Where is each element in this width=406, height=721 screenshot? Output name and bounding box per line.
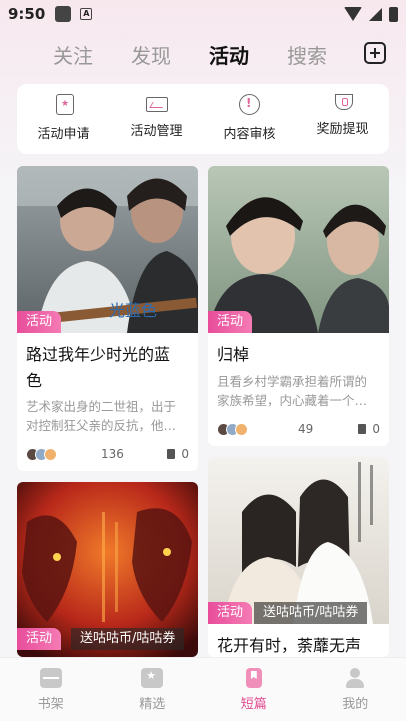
wifi-icon	[344, 7, 362, 21]
activity-apply-label: 活动申请	[37, 127, 90, 142]
coin-reward-tag: 送咕咕币/咕咕券	[71, 628, 185, 650]
cover-title-art: 光蓝色	[109, 301, 157, 320]
card-desc-line: 艺术家出身的二世祖，出于	[26, 399, 177, 414]
card-description: 且看乡村学霸承担着所谓的 家族希望，内心藏着一个…	[217, 372, 387, 410]
tab-activity[interactable]: 活动	[209, 40, 249, 69]
view-count: 136	[101, 447, 124, 461]
status-bar: 9:50 A	[0, 0, 406, 28]
reward-withdraw-button[interactable]: 奖励提现	[296, 84, 389, 154]
card-title: 花开有时，荼蘼无声	[217, 636, 362, 655]
activity-apply-button[interactable]: 活动申请	[17, 84, 110, 154]
reward-withdraw-label: 奖励提现	[316, 122, 369, 137]
activity-tag: 活动	[208, 602, 253, 624]
card-meta: 49 0	[217, 420, 380, 438]
activity-tag: 活动	[208, 311, 253, 333]
nav-profile-label: 我的	[342, 697, 369, 712]
content-review-button[interactable]: 内容审核	[203, 84, 296, 154]
view-count: 49	[298, 422, 314, 436]
card-desc-line: 家族希望，内心藏着一个…	[217, 393, 368, 408]
activity-tag: 活动	[17, 628, 62, 650]
content-review-icon	[239, 94, 260, 115]
story-card[interactable]: 活动 归棹 且看乡村学霸承担着所谓的 家族希望，内心藏着一个… 49 0	[208, 166, 389, 446]
card-cover-image	[208, 457, 389, 624]
activity-manage-label: 活动管理	[130, 124, 183, 139]
participant-avatars	[217, 422, 248, 436]
tab-follow[interactable]: 关注	[53, 40, 93, 69]
tab-discover[interactable]: 发现	[131, 40, 171, 69]
page-count: 0	[372, 422, 380, 436]
card-cover-image	[208, 166, 389, 333]
featured-icon	[141, 668, 164, 688]
participant-avatars	[26, 447, 57, 461]
document-icon	[358, 424, 367, 434]
page-count: 0	[181, 447, 189, 461]
top-tab-bar: 关注 发现 活动 搜索	[0, 36, 406, 72]
content-review-label: 内容审核	[223, 127, 276, 142]
signal-icon	[369, 7, 382, 21]
nav-featured[interactable]: 精选	[102, 658, 204, 721]
activity-tag: 活动	[17, 311, 62, 333]
nav-short-story[interactable]: 短篇	[203, 658, 305, 721]
quick-actions-panel: 活动申请 活动管理 内容审核 奖励提现	[17, 84, 389, 154]
add-button[interactable]	[364, 42, 386, 64]
card-title-line: 色	[26, 371, 43, 390]
card-title: 归棹	[217, 345, 250, 364]
avatar	[235, 422, 248, 436]
activity-apply-icon	[56, 94, 74, 115]
profile-icon	[344, 668, 366, 688]
nav-profile[interactable]: 我的	[305, 658, 406, 721]
bookshelf-icon	[39, 668, 62, 688]
story-card[interactable]: 光蓝色 活动 路过我年少时光的蓝 色 艺术家出身的二世祖，出于 对控制狂父亲的反…	[17, 166, 198, 471]
document-icon	[167, 449, 176, 459]
avatar	[44, 447, 57, 461]
activity-manage-icon	[145, 97, 168, 112]
notification-app-icon	[55, 6, 72, 22]
text-notification-icon: A	[80, 8, 93, 20]
page-count-group: 0	[358, 422, 380, 436]
battery-icon	[389, 6, 398, 22]
story-card[interactable]: 活动 送咕咕币/咕咕券	[17, 482, 198, 657]
card-cover-image: 光蓝色	[17, 166, 198, 333]
nav-short-story-label: 短篇	[240, 697, 267, 712]
card-meta: 136 0	[26, 445, 189, 463]
short-story-icon	[245, 668, 262, 688]
nav-featured-label: 精选	[139, 697, 166, 712]
card-title: 路过我年少时光的蓝 色	[26, 342, 191, 394]
nav-bookshelf[interactable]: 书架	[0, 658, 102, 721]
card-desc-line: 且看乡村学霸承担着所谓的	[217, 374, 368, 389]
card-description: 艺术家出身的二世祖，出于 对控制狂父亲的反抗，他…	[26, 397, 196, 435]
reward-withdraw-icon	[335, 94, 353, 110]
story-card[interactable]: 活动 送咕咕币/咕咕券 花开有时，荼蘼无声	[208, 457, 389, 657]
status-time: 9:50	[8, 5, 46, 23]
card-title-line: 路过我年少时光的蓝	[26, 345, 171, 364]
tab-search[interactable]: 搜索	[287, 40, 327, 69]
activity-manage-button[interactable]: 活动管理	[110, 84, 203, 154]
nav-bookshelf-label: 书架	[37, 697, 64, 712]
coin-reward-tag: 送咕咕币/咕咕券	[254, 602, 368, 624]
bottom-navigation: 书架 精选 短篇 我的	[0, 657, 406, 721]
card-desc-line: 对控制狂父亲的反抗，他…	[26, 418, 177, 433]
page-count-group: 0	[167, 447, 189, 461]
